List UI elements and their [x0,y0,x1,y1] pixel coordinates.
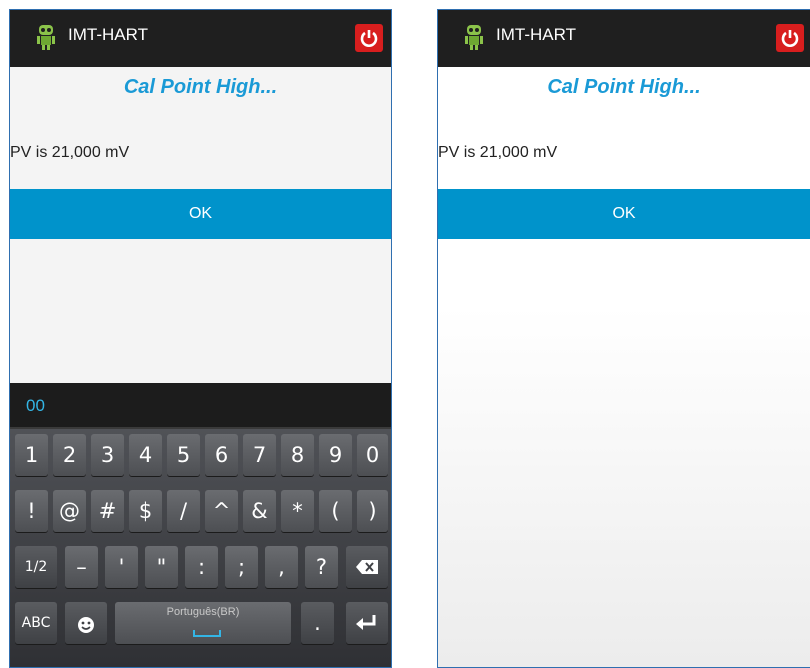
key-apostrophe[interactable]: ' [105,546,138,588]
emoji-icon [78,617,94,633]
backspace-icon [356,560,378,574]
app-title: IMT-HART [496,25,576,44]
key-backspace[interactable] [346,546,388,588]
key-at[interactable]: @ [53,490,86,532]
key-colon[interactable]: : [185,546,218,588]
dialog-title: Cal Point High... [547,76,701,98]
phone-screen-without-keyboard: IMT-HART Cal Point High... PV is 21,000 … [437,9,810,668]
pv-message: PV is 21,000 mV [10,144,130,161]
key-8[interactable]: 8 [281,434,314,476]
key-question[interactable]: ? [305,546,338,588]
key-ampersand[interactable]: & [243,490,276,532]
key-hash[interactable]: # [91,490,124,532]
app-title: IMT-HART [68,25,148,44]
soft-keyboard: 00 1 2 3 4 5 6 7 8 9 0 ! @ # $ / ^ & * (… [10,383,391,667]
key-0[interactable]: 0 [357,434,388,476]
key-3[interactable]: 3 [91,434,124,476]
key-open-paren[interactable]: ( [319,490,352,532]
key-exclamation[interactable]: ! [15,490,48,532]
app-title-bar: IMT-HART [438,10,810,67]
dialog-content: Cal Point High... PV is 21,000 mV OK [438,67,810,667]
key-period[interactable]: . [301,602,334,644]
power-button[interactable] [776,24,804,52]
app-title-bar: IMT-HART [10,10,391,67]
key-abc[interactable]: ABC [15,602,57,644]
key-quote[interactable]: " [145,546,178,588]
pv-message: PV is 21,000 mV [438,144,558,161]
ok-button[interactable]: OK [10,189,391,239]
key-enter[interactable] [346,602,388,644]
key-slash[interactable]: / [167,490,200,532]
input-preview-text: 00 [26,396,45,415]
key-2[interactable]: 2 [53,434,86,476]
key-5[interactable]: 5 [167,434,200,476]
dialog-title: Cal Point High... [123,76,278,98]
enter-icon [356,615,376,630]
key-7[interactable]: 7 [243,434,276,476]
key-emoji[interactable] [65,602,107,644]
ok-button[interactable]: OK [438,189,810,239]
key-dollar[interactable]: $ [129,490,162,532]
space-bar[interactable]: Português(BR) [115,602,291,644]
key-caret[interactable]: ^ [205,490,238,532]
keyboard-suggestion-bar: 00 [10,383,391,429]
key-4[interactable]: 4 [129,434,162,476]
key-asterisk[interactable]: * [281,490,314,532]
phone-screen-with-keyboard: IMT-HART Cal Point High... PV is 21,000 … [9,9,392,668]
space-bar-language: Português(BR) [166,606,240,618]
android-icon [37,25,55,50]
power-icon [360,30,378,47]
power-icon [781,30,799,47]
key-close-paren[interactable]: ) [357,490,388,532]
key-semicolon[interactable]: ; [225,546,258,588]
key-9[interactable]: 9 [319,434,352,476]
key-dash[interactable]: – [65,546,98,588]
android-icon [465,25,483,50]
space-bar-indicator [193,630,221,637]
key-1[interactable]: 1 [15,434,48,476]
keyboard-keys-area: 1 2 3 4 5 6 7 8 9 0 ! @ # $ / ^ & * ( ) … [10,429,391,667]
power-button[interactable] [355,24,383,52]
key-6[interactable]: 6 [205,434,238,476]
key-comma[interactable]: , [265,546,298,588]
key-symbols-page[interactable]: 1/2 [15,546,57,588]
